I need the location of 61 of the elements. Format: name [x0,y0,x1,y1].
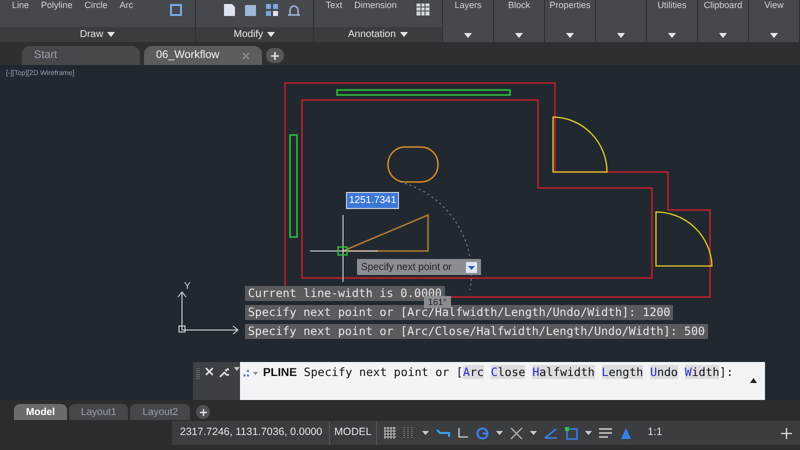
caret-icon [515,33,524,38]
caret-icon [566,33,574,38]
caret-up-icon[interactable] [750,378,757,383]
caret-icon[interactable] [530,431,537,435]
caret-icon [617,33,626,38]
command-input-field[interactable]: PLINE Specify next point or [Arc Close Halfwidth Length Undo Width]: [240,362,765,400]
tool-label[interactable]: Line [12,0,30,10]
plus-icon[interactable] [781,428,792,438]
command-prompt: PLINE Specify next point or [Arc Close Halfwidth Length Undo Width]: [263,364,734,381]
dimension-input[interactable]: 1251.7341 [346,192,400,209]
door [655,211,713,267]
panel-title[interactable]: Modify [196,27,313,42]
caret-icon [464,33,472,38]
tool-label[interactable]: Dimension [354,0,397,10]
layout-tab[interactable]: Layout2 [130,404,190,420]
prompt-text: Specify next point or [361,260,452,274]
polar-icon[interactable] [476,426,489,440]
arrow-down-icon[interactable] [466,262,477,272]
angle-icon[interactable] [544,427,558,439]
grid-icon[interactable] [384,427,396,439]
lineweight-icon[interactable] [598,428,612,438]
caret-icon[interactable] [496,431,503,435]
new-layout-button[interactable] [196,405,210,419]
annotation-icon[interactable] [618,426,633,440]
file-tab[interactable]: Start [22,46,140,65]
scale-label[interactable]: 1:1 [648,425,662,441]
tool-label[interactable]: Arc [120,0,134,10]
new-tab-button[interactable] [266,48,284,63]
curve-icon[interactable] [286,4,301,16]
ortho-icon[interactable] [456,427,469,439]
grip-icon[interactable] [196,367,200,381]
panel-title[interactable]: Draw [0,27,196,42]
document-icon[interactable] [222,3,236,17]
plus-icon [271,52,279,60]
rounded-shape [387,146,439,183]
file-tab[interactable]: 06_Workflow [144,46,262,65]
dotted-grid-icon[interactable] [402,427,415,439]
tool-label[interactable]: Circle [84,0,108,10]
command-icon[interactable] [243,369,259,377]
panel-title[interactable]: Annotation [314,27,442,42]
caret-icon[interactable] [584,431,592,435]
tool-label[interactable]: Text [326,0,342,10]
caret-icon [719,33,727,38]
caret-icon[interactable] [422,431,429,435]
rectangle-icon[interactable] [169,3,184,17]
caret-icon [668,33,676,38]
model-space-button[interactable]: MODEL [329,421,377,445]
table-icon[interactable] [416,3,430,16]
plus-icon [200,408,207,416]
square-icon[interactable] [244,4,257,16]
layout-tab[interactable]: Layout1 [68,404,128,420]
layout-tab[interactable]: Model [14,404,67,420]
angle-tooltip: 161° [424,296,451,308]
grid-icon[interactable] [264,3,279,17]
door [552,116,608,173]
coordinates: 2317.7246, 1131.7036, 0.0000 [180,425,322,440]
caret-icon [770,33,778,38]
caret-icon[interactable] [234,367,240,371]
snap-icon[interactable] [510,426,523,440]
tool-label[interactable]: Polyline [41,0,73,10]
square-icon[interactable] [564,426,578,440]
